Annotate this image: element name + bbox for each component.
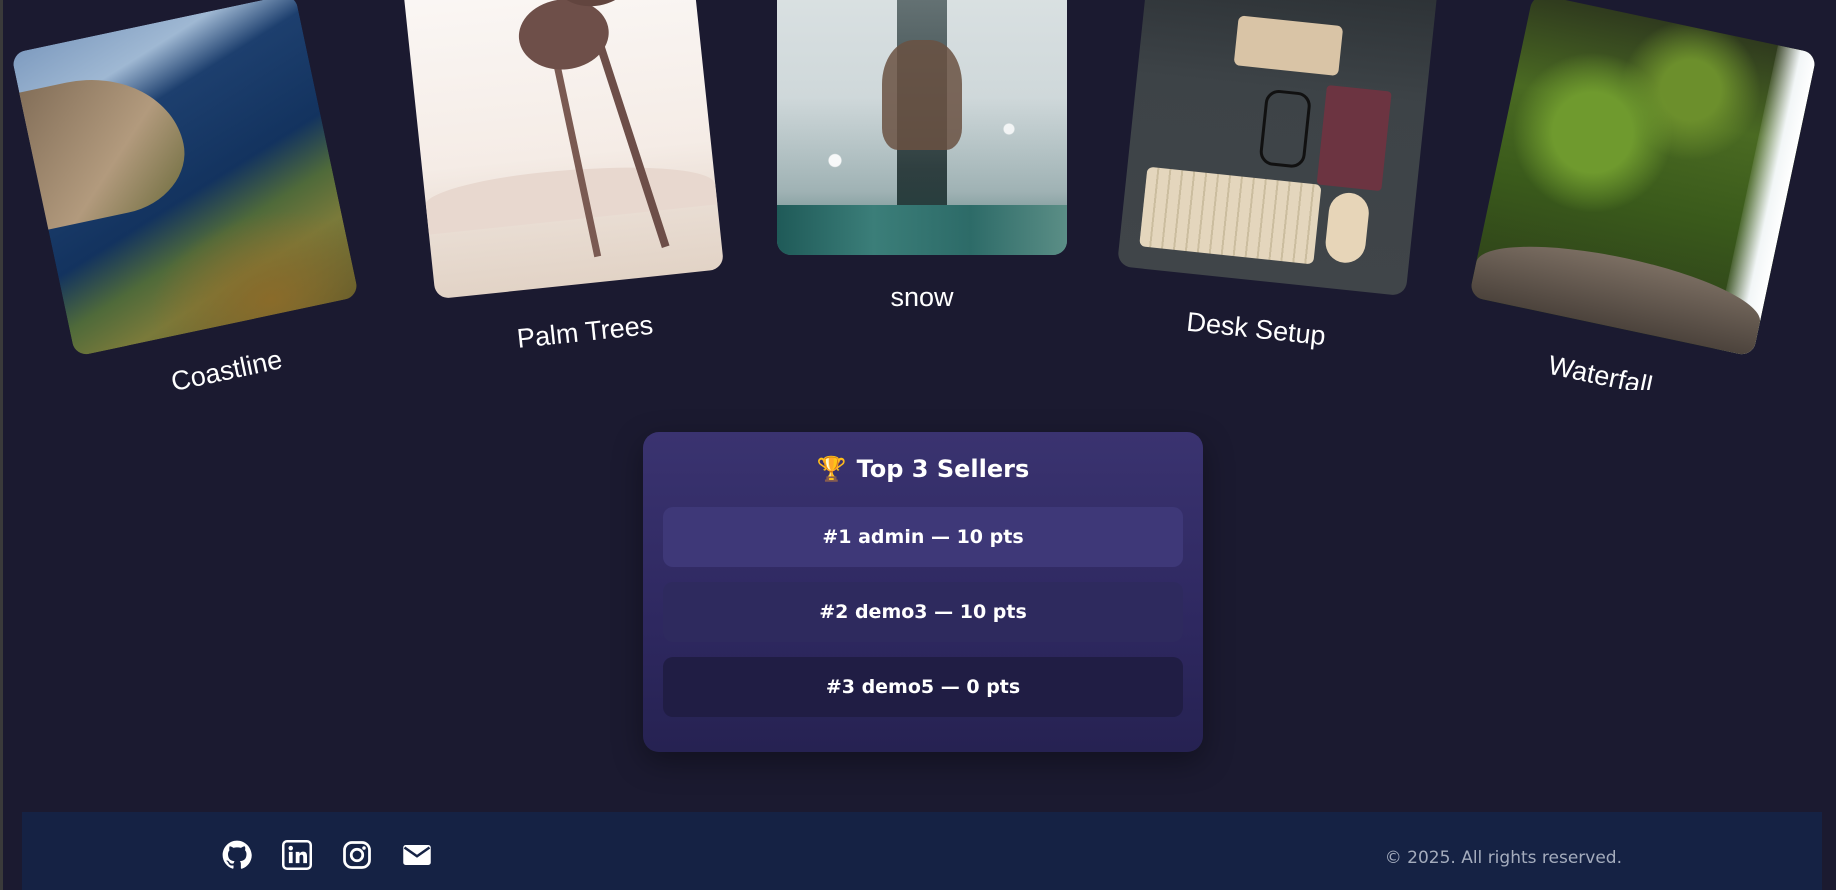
card-caption: snow <box>890 282 954 312</box>
site-footer: © 2025. All rights reserved. <box>22 812 1822 890</box>
top-sellers-panel: 🏆 Top 3 Sellers #1 admin — 10 pts #2 demo… <box>643 432 1203 752</box>
trophy-icon: 🏆 <box>816 455 847 483</box>
gallery-card-palm-trees[interactable]: Palm Trees <box>401 0 725 354</box>
gallery-card-waterfall[interactable]: Waterfall <box>1468 0 1818 390</box>
instagram-icon[interactable] <box>342 840 374 872</box>
leaderboard-row: #1 admin — 10 pts <box>663 507 1183 567</box>
image-carousel: Coastline Palm Trees snow Desk Setup Wat… <box>0 0 1836 390</box>
palm-trees-photo <box>401 0 725 300</box>
gallery-card-coastline[interactable]: Coastline <box>10 0 360 390</box>
leaderboard-row: #3 demo5 — 0 pts <box>663 657 1183 717</box>
snow-photo <box>777 0 1067 255</box>
copyright-text: © 2025. All rights reserved. <box>1384 848 1622 868</box>
card-caption: Palm Trees <box>515 309 655 354</box>
gallery-card-desk-setup[interactable]: Desk Setup <box>1116 0 1440 351</box>
gallery-card-snow[interactable]: snow <box>777 0 1067 312</box>
card-caption: Desk Setup <box>1185 306 1328 352</box>
waterfall-photo <box>1468 0 1818 357</box>
leaderboard-title-text: Top 3 Sellers <box>856 455 1030 483</box>
desk-setup-photo <box>1116 0 1440 297</box>
leaderboard-title: 🏆 Top 3 Sellers <box>643 455 1203 483</box>
mail-icon[interactable] <box>402 840 434 872</box>
linkedin-icon[interactable] <box>282 840 314 872</box>
coastline-photo <box>10 0 360 357</box>
leaderboard-row: #2 demo3 — 10 pts <box>663 582 1183 642</box>
github-icon[interactable] <box>222 840 254 872</box>
